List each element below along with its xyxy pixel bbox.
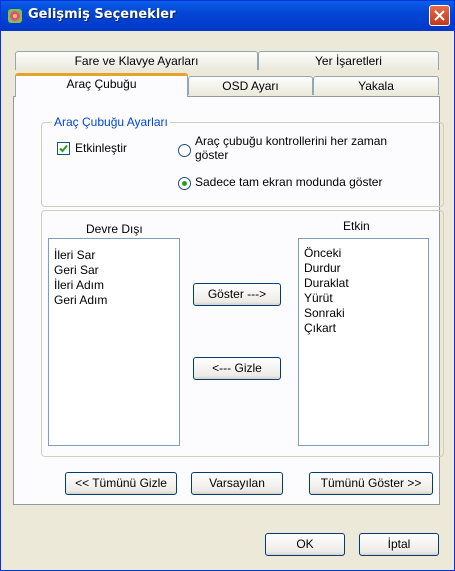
disabled-listbox[interactable]: İleri Sar Geri Sar İleri Adım Geri Adım [48,238,180,446]
app-icon [8,9,22,23]
list-item[interactable]: Yürüt [304,291,333,305]
tab-label: Fare ve Klavye Ayarları [74,54,199,68]
list-item[interactable]: İleri Sar [54,248,95,262]
list-item[interactable]: Duraklat [304,276,349,290]
tab-osd-settings[interactable]: OSD Ayarı [188,76,313,95]
disabled-list-title: Devre Dışı [86,222,143,236]
list-item[interactable]: İleri Adım [54,278,104,292]
group-legend: Araç Çubuğu Ayarları [52,115,170,129]
enable-checkbox[interactable] [57,142,70,155]
show-all-button[interactable]: Tümünü Göster >> [309,472,433,495]
tab-label: OSD Ayarı [222,79,279,93]
window-title: Gelişmiş Seçenekler [28,7,176,22]
check-icon [59,144,68,153]
tab-panel: Araç Çubuğu Ayarları Etkinleştir Araç çu… [13,96,444,505]
tab-label: Araç Çubuğu [66,77,137,91]
dialog-window: Gelişmiş Seçenekler Fare ve Klavye Ayarl… [0,0,455,571]
tab-label: Yakala [358,79,394,93]
radio-always-show[interactable] [178,144,191,157]
list-item[interactable]: Önceki [304,246,341,260]
radio-fullscreen-only-label[interactable]: Sadece tam ekran modunda göster [195,175,382,189]
list-item[interactable]: Sonraki [304,306,345,320]
list-item[interactable]: Geri Adım [54,293,107,307]
hide-all-button[interactable]: << Tümünü Gizle [65,472,177,495]
tab-bookmarks[interactable]: Yer İşaretleri [258,51,439,70]
list-item[interactable]: Çıkart [304,321,336,335]
tab-capture[interactable]: Yakala [313,76,439,95]
tab-label: Yer İşaretleri [315,54,382,68]
radio-always-show-label[interactable]: Araç çubuğu kontrollerini her zaman [195,134,387,148]
radio-selected-dot [182,181,187,186]
radio-fullscreen-only[interactable] [178,177,191,190]
enable-label[interactable]: Etkinleştir [75,141,127,155]
enabled-listbox[interactable]: Önceki Durdur Duraklat Yürüt Sonraki Çık… [298,238,429,446]
default-button[interactable]: Varsayılan [191,472,283,495]
tab-toolbar[interactable]: Araç Çubuğu [15,73,188,97]
ok-button[interactable]: OK [265,533,345,556]
list-item[interactable]: Durdur [304,261,341,275]
close-button[interactable] [429,5,450,26]
hide-button[interactable]: <--- Gizle [193,357,281,380]
show-button[interactable]: Göster ---> [193,283,281,306]
tab-mouse-keyboard[interactable]: Fare ve Klavye Ayarları [15,51,258,70]
title-bar[interactable]: Gelişmiş Seçenekler [1,1,454,31]
list-item[interactable]: Geri Sar [54,263,99,277]
radio-always-show-label-line2[interactable]: göster [195,148,228,162]
cancel-button[interactable]: İptal [359,533,439,556]
enabled-list-title: Etkin [343,219,370,233]
close-icon [434,10,445,21]
